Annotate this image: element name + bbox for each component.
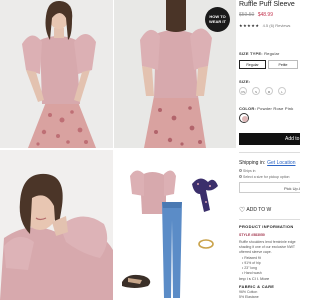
shipping-row: Shipping in: Get Location bbox=[239, 160, 296, 166]
desc-line-3: ofterred sleeve cape. bbox=[239, 250, 272, 254]
store-radio[interactable] bbox=[239, 175, 242, 178]
size-label: SIZE: bbox=[239, 79, 251, 84]
divider bbox=[239, 219, 300, 220]
get-location-link[interactable]: Get Location bbox=[267, 160, 295, 166]
size-option-m[interactable]: M bbox=[265, 87, 273, 95]
outfit-flatlay-photo[interactable] bbox=[114, 150, 236, 300]
badge-line-2: WEAR IT bbox=[209, 19, 226, 24]
product-panel: Ruffle Puff Sleeve $59.50 $48.99 ★★★★★ 4… bbox=[237, 0, 300, 300]
fabric-line-2: 5% Elastane bbox=[239, 295, 259, 299]
how-to-wear-it-badge[interactable]: HOW TO WEAR IT bbox=[205, 7, 230, 32]
price: $59.50 $48.99 bbox=[239, 12, 273, 18]
divider bbox=[239, 152, 300, 153]
add-to-wishlist-button[interactable]: ♡ ADD TO W bbox=[239, 206, 271, 214]
add-to-bag-button[interactable]: Add to bbox=[239, 133, 300, 145]
star-rating-icon: ★★★★★ bbox=[239, 23, 260, 28]
size-type-regular-button[interactable]: Regular bbox=[239, 60, 266, 69]
size-option-xs[interactable]: XS bbox=[239, 87, 247, 95]
ship-option[interactable]: Ships in bbox=[239, 169, 255, 173]
pickup-button[interactable]: Pick Up A bbox=[239, 182, 300, 193]
heart-icon: ♡ bbox=[239, 207, 246, 214]
more-link[interactable]: Imp i s Cl I. More bbox=[239, 276, 269, 281]
size-options: XS S M L bbox=[239, 87, 286, 95]
color-swatch-powder-rose[interactable] bbox=[239, 113, 249, 123]
size-option-l[interactable]: L bbox=[278, 87, 286, 95]
size-option-s[interactable]: S bbox=[252, 87, 260, 95]
store-option[interactable]: Select a size for pickup option bbox=[239, 175, 290, 179]
price-original: $59.50 bbox=[239, 12, 255, 18]
shipping-label: Shipping in: bbox=[239, 160, 266, 166]
rating-text: 4.5 (6) Reviews bbox=[262, 23, 291, 28]
price-sale: $48.99 bbox=[257, 12, 273, 18]
size-type-petite-button[interactable]: Petite bbox=[268, 60, 298, 69]
product-title: Ruffle Puff Sleeve bbox=[239, 1, 295, 8]
rating[interactable]: ★★★★★ 4.5 (6) Reviews bbox=[239, 23, 290, 28]
wishlist-label: ADD TO W bbox=[246, 207, 272, 213]
size-type-label: SIZE TYPE: Regular bbox=[239, 51, 280, 56]
model-front-photo[interactable] bbox=[0, 0, 113, 148]
style-number: STYLE #583050 bbox=[239, 233, 265, 237]
ship-radio[interactable] bbox=[239, 169, 242, 172]
color-value: Powder Rose Pink bbox=[257, 106, 294, 111]
model-closeup-photo[interactable] bbox=[0, 150, 113, 300]
fabric-care-title[interactable]: FABRIC & CARE bbox=[239, 284, 274, 289]
product-info-title[interactable]: PRODUCT INFORMATION bbox=[239, 224, 294, 229]
color-label: COLOR: Powder Rose Pink bbox=[239, 106, 294, 111]
size-type-value: Regular bbox=[264, 51, 280, 56]
